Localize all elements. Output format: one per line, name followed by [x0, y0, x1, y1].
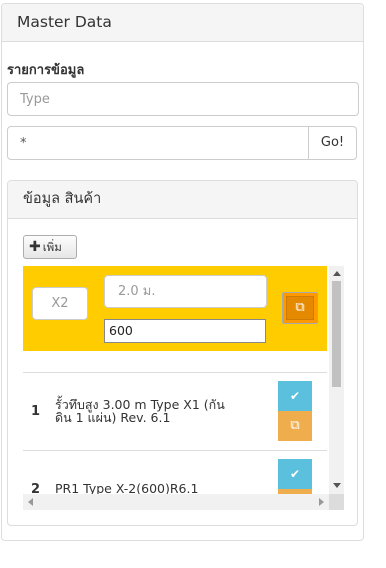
scroll-thumb[interactable]	[332, 281, 341, 387]
item-index: 1	[31, 404, 41, 419]
plus-icon: ✚	[29, 239, 41, 255]
horizontal-scrollbar[interactable]	[23, 494, 329, 510]
check-icon: ✔	[289, 467, 301, 481]
scroll-corner	[329, 494, 344, 510]
item-name-line: ดิน 1 แผ่น) Rev. 6.1	[55, 410, 171, 425]
editor-row: X2 2.0 ม. 600 ⧉	[23, 266, 327, 351]
list-item[interactable]: 1 รั้วทึบสูง 3.00 m Type X1 (กัน ดิน 1 แ…	[23, 372, 327, 450]
check-button[interactable]: ✔	[278, 459, 312, 489]
size-input[interactable]: 2.0 ม.	[104, 275, 267, 308]
check-icon: ✔	[289, 389, 301, 403]
scroll-up-icon[interactable]	[333, 271, 341, 276]
type-input[interactable]	[7, 82, 359, 116]
search-input[interactable]	[7, 126, 309, 160]
copy-icon: ⧉	[286, 296, 314, 320]
item-name: รั้วทึบสูง 3.00 m Type X1 (กัน ดิน 1 แผ่…	[55, 398, 235, 424]
scroll-right-icon[interactable]	[319, 498, 324, 506]
copy-button[interactable]: ⧉	[278, 411, 312, 441]
master-data-title: Master Data	[2, 4, 363, 42]
copy-button[interactable]: ⧉	[282, 292, 318, 324]
copy-icon: ⧉	[290, 418, 300, 433]
qty-input[interactable]: X2	[32, 287, 88, 320]
check-button[interactable]: ✔	[278, 381, 312, 411]
scroll-left-icon[interactable]	[28, 498, 33, 506]
add-button-label: เพิ่ม	[42, 240, 62, 254]
product-panel-title: ข้อมูล สินค้า	[8, 181, 357, 219]
go-button[interactable]: Go!	[308, 126, 357, 160]
scroll-down-icon[interactable]	[333, 483, 341, 488]
product-panel: ข้อมูล สินค้า ✚ เพิ่ม X2 2.0 ม. 600 ⧉ 1 ร…	[7, 180, 358, 526]
length-input[interactable]: 600	[104, 319, 266, 343]
product-list[interactable]: X2 2.0 ม. 600 ⧉ 1 รั้วทึบสูง 3.00 m Type…	[23, 266, 344, 510]
search-group: Go!	[7, 126, 357, 160]
list-label: รายการข้อมูล	[7, 63, 85, 78]
vertical-scrollbar[interactable]	[329, 266, 344, 494]
add-button[interactable]: ✚ เพิ่ม	[23, 235, 77, 259]
